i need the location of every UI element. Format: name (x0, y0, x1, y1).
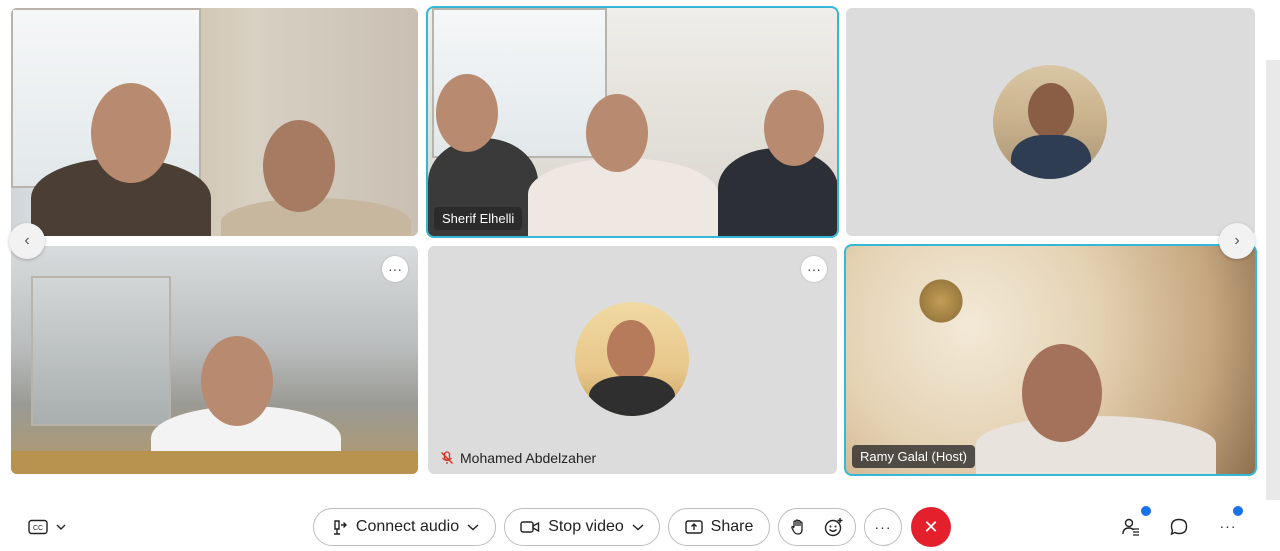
share-icon (684, 520, 703, 534)
participant-avatar (993, 65, 1107, 179)
stop-video-button[interactable]: Stop video (504, 508, 660, 546)
svg-text:CC: CC (33, 525, 43, 532)
chat-button[interactable] (1166, 514, 1192, 540)
person-head (764, 90, 824, 166)
participants-notification-dot (1141, 506, 1151, 516)
person-head (201, 336, 273, 426)
person-silhouette (718, 148, 837, 236)
person-head (436, 74, 498, 152)
video-tile-6[interactable]: Ramy Galal (Host) (844, 244, 1257, 476)
video-tile-5[interactable]: ··· Mohamed Abdelzaher (428, 246, 837, 474)
tile-more-options-button[interactable]: ··· (801, 256, 827, 282)
person-head (586, 94, 648, 172)
leave-meeting-button[interactable]: ✕ (911, 507, 951, 547)
scrollbar-track[interactable] (1266, 60, 1280, 500)
closed-captions-button[interactable]: CC (24, 514, 70, 540)
reactions-group (778, 508, 856, 546)
person-head (263, 120, 335, 212)
participant-name-tag: Ramy Galal (Host) (852, 445, 975, 468)
more-panels-button[interactable]: ··· (1213, 512, 1243, 540)
tile-more-options-button[interactable]: ··· (382, 256, 408, 282)
logo-emblem (916, 276, 966, 326)
chat-icon (1170, 518, 1188, 536)
raise-hand-icon[interactable] (790, 518, 806, 536)
video-tile-4[interactable]: ··· (11, 246, 418, 474)
person-head (1022, 344, 1102, 442)
chevron-down-icon (632, 524, 644, 531)
video-tile-1[interactable] (11, 8, 418, 236)
meeting-toolbar: CC Connect audio Stop video Share ··· ✕ … (0, 498, 1280, 551)
participant-name-tag: Sherif Elhelli (434, 207, 523, 230)
stop-video-label: Stop video (548, 518, 624, 535)
connect-audio-label: Connect audio (355, 518, 460, 535)
participant-name-row: Mohamed Abdelzaher (440, 450, 596, 466)
video-tile-3[interactable] (846, 8, 1255, 236)
meeting-window: Sherif Elhelli ··· ··· Mohamed Abdelzahe… (0, 0, 1280, 551)
video-feed (11, 8, 418, 236)
chevron-down-icon (467, 524, 479, 531)
connect-audio-button[interactable]: Connect audio (313, 508, 496, 546)
previous-page-button[interactable]: ‹ (9, 223, 45, 259)
person-silhouette (976, 416, 1216, 474)
next-page-button[interactable]: › (1219, 223, 1255, 259)
share-button[interactable]: Share (668, 508, 770, 546)
connect-audio-icon (333, 520, 347, 535)
reactions-icon[interactable] (824, 517, 844, 537)
chevron-down-icon (56, 524, 66, 530)
cc-icon: CC (28, 519, 48, 535)
video-tile-2[interactable]: Sherif Elhelli (426, 6, 839, 238)
participant-avatar (575, 302, 689, 416)
mic-muted-icon (441, 451, 453, 464)
more-options-button[interactable]: ··· (864, 508, 902, 546)
video-icon (520, 521, 540, 533)
participant-name: Mohamed Abdelzaher (460, 450, 597, 466)
window-background (31, 276, 171, 426)
more-panels-notification-dot (1233, 506, 1243, 516)
video-feed (428, 8, 837, 236)
video-feed (846, 246, 1255, 474)
share-label: Share (710, 518, 754, 535)
participants-icon (1122, 518, 1139, 536)
video-feed (11, 246, 418, 474)
participants-button[interactable] (1118, 514, 1144, 540)
person-head (91, 83, 171, 183)
